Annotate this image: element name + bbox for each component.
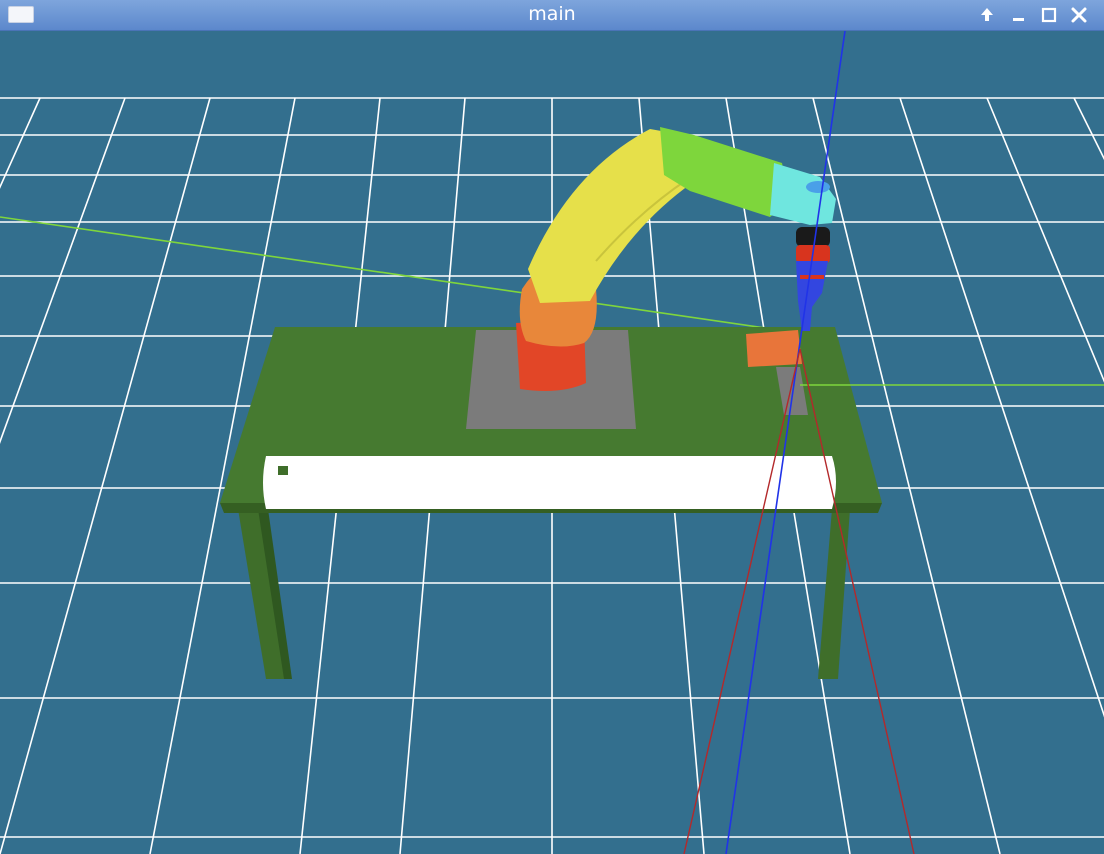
close-button[interactable] xyxy=(1068,5,1090,25)
minimize-button[interactable] xyxy=(1008,5,1030,25)
maximize-button[interactable] xyxy=(1038,5,1060,25)
3d-viewport[interactable] xyxy=(0,31,1104,854)
window-title: main xyxy=(528,3,576,25)
application-window: main xyxy=(0,0,1104,854)
conveyor xyxy=(263,456,836,509)
minimize-icon xyxy=(1013,18,1024,21)
arrow-up-icon xyxy=(981,8,993,21)
close-icon xyxy=(1071,7,1087,23)
title-bar[interactable]: main xyxy=(0,0,1104,31)
robot-flange xyxy=(796,227,830,247)
maximize-icon xyxy=(1041,7,1057,23)
shade-button[interactable] xyxy=(976,5,998,25)
workpiece xyxy=(746,330,802,367)
scene-canvas[interactable] xyxy=(0,31,1104,854)
